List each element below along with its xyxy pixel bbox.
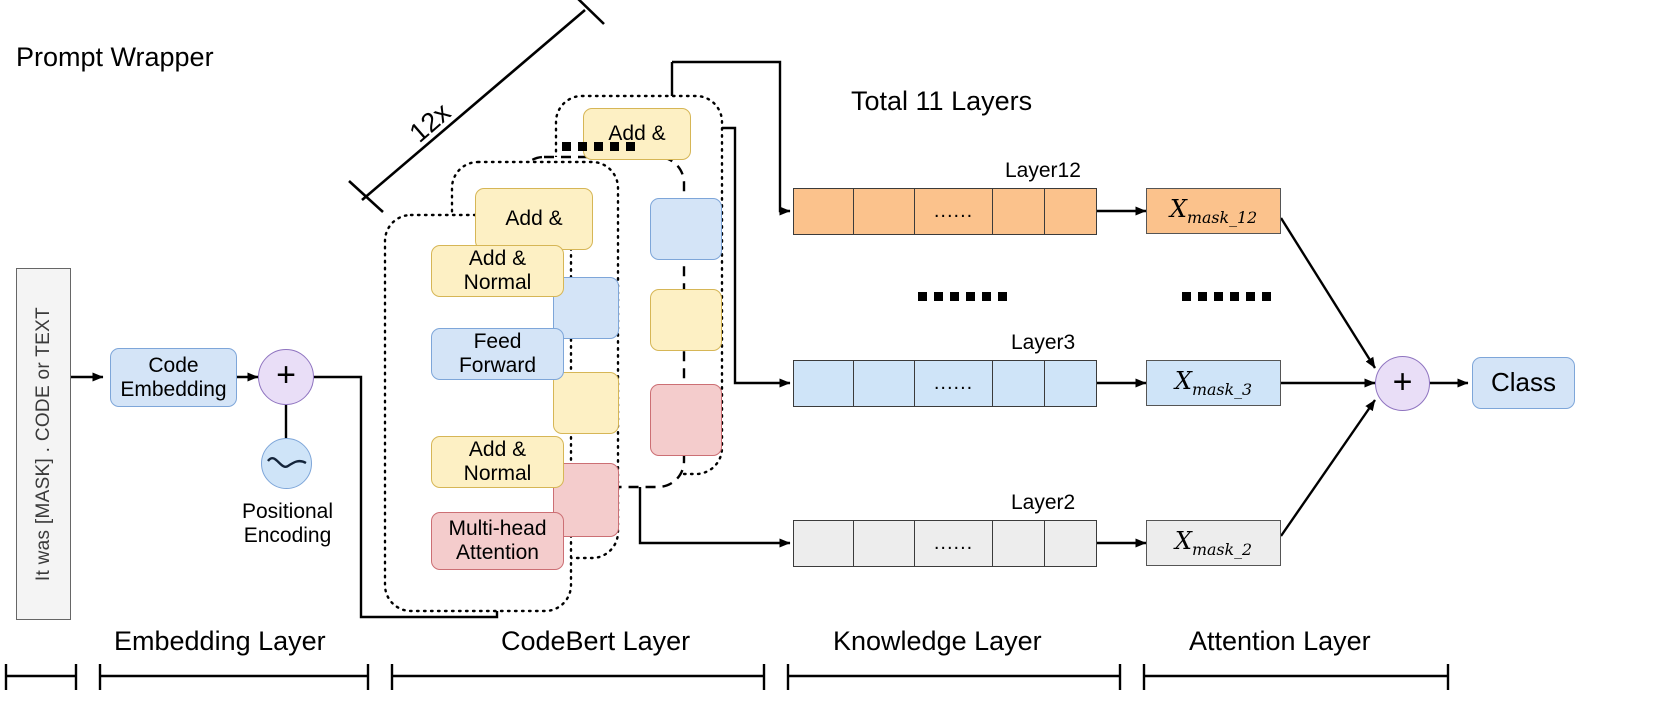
knowledge-row-label-layer12: Layer12	[1005, 159, 1081, 182]
add-norm-bottom: Add & Normal	[431, 436, 564, 488]
add-norm-top: Add & Normal	[431, 245, 564, 297]
attention-sum-symbol: +	[1392, 362, 1413, 401]
knowledge-cell	[794, 521, 855, 566]
xmask-3-label: Xmask_3	[1174, 367, 1253, 399]
feed-forward-line1: Feed	[473, 330, 522, 354]
prompt-text-box: It was [MASK] . CODE or TEXT	[16, 268, 71, 620]
add-norm-top-line2: Normal	[463, 271, 532, 294]
attention-vertical-ellipsis	[1182, 292, 1271, 301]
knowledge-row-layer12: ......	[793, 188, 1097, 235]
prompt-text: It was [MASK] . CODE or TEXT	[32, 306, 54, 582]
positional-encoding-label: Positional Encoding	[215, 500, 360, 548]
xmask-12-label: Xmask_12	[1169, 195, 1258, 227]
feed-forward: Feed Forward	[431, 328, 564, 380]
knowledge-cell	[1044, 189, 1096, 234]
positional-encoding-line1: Positional	[241, 500, 334, 523]
attention-sum-node: +	[1375, 356, 1430, 411]
stack2-add-norm-top: Add &	[475, 188, 593, 250]
knowledge-cell	[1044, 521, 1096, 566]
embedding-sum-symbol: +	[276, 356, 296, 394]
class-output-box: Class	[1472, 357, 1575, 409]
xmask-box-12: Xmask_12	[1146, 188, 1281, 234]
knowledge-vertical-ellipsis	[918, 292, 1007, 301]
multihead-attention: Multi-head Attention	[431, 512, 564, 570]
codebert-stack-ellipsis	[562, 142, 635, 151]
add-norm-bottom-line2: Normal	[463, 462, 532, 485]
stack3-feed-forward	[650, 198, 722, 260]
feed-forward-line2: Forward	[458, 354, 537, 377]
xmask-box-3: Xmask_3	[1146, 360, 1281, 406]
knowledge-cell: ......	[914, 361, 994, 406]
sine-wave-icon	[261, 438, 312, 489]
knowledge-cell	[794, 361, 855, 406]
knowledge-row-label-layer2: Layer2	[1011, 491, 1076, 514]
knowledge-cell	[854, 361, 915, 406]
xmask-2-label: Xmask_2	[1174, 527, 1253, 559]
knowledge-row-label-layer3: Layer3	[1011, 331, 1076, 354]
diagram-canvas: Add & Add & Add & Normal Feed Forward Ad…	[0, 0, 1661, 727]
xmask-box-2: Xmask_2	[1146, 520, 1281, 566]
stack2-add-norm-top-label: Add &	[505, 207, 563, 231]
knowledge-cell	[854, 189, 915, 234]
class-output-label: Class	[1490, 367, 1556, 398]
add-norm-bottom-line1: Add &	[468, 438, 527, 462]
knowledge-cell	[794, 189, 855, 234]
knowledge-cell	[1044, 361, 1096, 406]
code-embedding-line1: Code	[148, 353, 199, 377]
code-embedding-line2: Embedding	[120, 377, 227, 401]
code-embedding-box: Code Embedding	[110, 348, 237, 407]
stack3-add-norm-bottom	[650, 289, 722, 351]
knowledge-row-layer3: ......	[793, 360, 1097, 407]
embedding-sum-node: +	[258, 349, 314, 405]
knowledge-cell: ......	[914, 189, 994, 234]
sine-wave-glyph	[266, 456, 307, 468]
knowledge-cell	[993, 189, 1045, 234]
knowledge-cell: ......	[914, 521, 994, 566]
total-layers-note: Total 11 Layers	[851, 86, 1033, 116]
multihead-attention-line1: Multi-head	[448, 517, 547, 541]
knowledge-cell	[854, 521, 915, 566]
knowledge-cell	[993, 361, 1045, 406]
stack2-add-norm-bottom	[553, 372, 619, 434]
stack3-add-norm-top: Add &	[583, 108, 691, 160]
knowledge-row-layer2: ......	[793, 520, 1097, 567]
positional-encoding-line2: Encoding	[243, 524, 332, 548]
stack3-multihead-attention	[650, 384, 722, 456]
multihead-attention-line2: Attention	[456, 541, 539, 564]
knowledge-cell	[993, 521, 1045, 566]
add-norm-top-line1: Add &	[468, 247, 527, 271]
